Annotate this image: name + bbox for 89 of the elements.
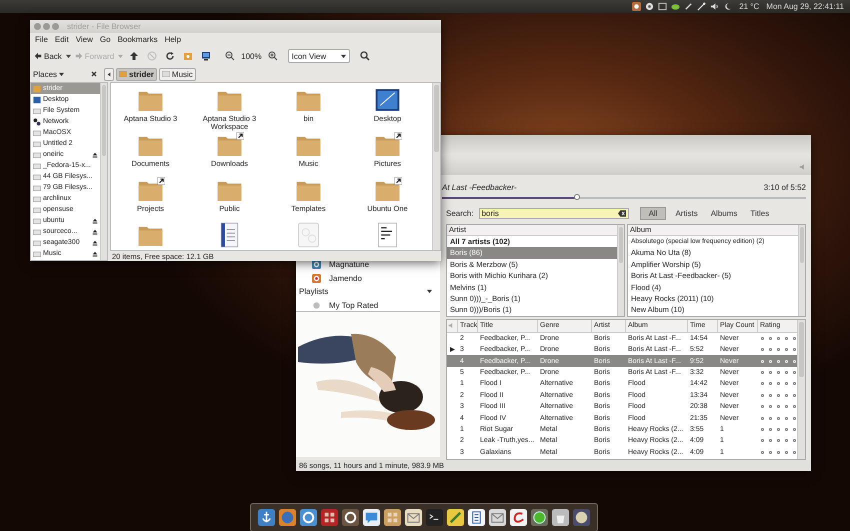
seek-slider[interactable] bbox=[442, 196, 806, 199]
search-field[interactable]: boris bbox=[478, 208, 629, 219]
desktop-icon bbox=[33, 96, 41, 104]
playlist-item[interactable]: My Top Rated bbox=[329, 300, 378, 310]
track-position: 3:10 of 5:52 bbox=[764, 182, 806, 192]
network-icon bbox=[33, 118, 41, 126]
caret-icon bbox=[59, 72, 64, 76]
source-item[interactable]: Magnatune bbox=[329, 260, 370, 268]
ring-icon[interactable] bbox=[299, 508, 318, 527]
back-button[interactable]: Back bbox=[34, 52, 62, 60]
search-label: Search: bbox=[446, 208, 474, 218]
pencil-icon[interactable] bbox=[684, 2, 694, 11]
places-dropdown[interactable]: Places bbox=[33, 70, 64, 78]
scrollbar[interactable] bbox=[432, 83, 440, 250]
document-icon[interactable] bbox=[467, 508, 486, 527]
temperature[interactable]: 21 °C bbox=[739, 2, 760, 11]
filter-tab[interactable]: Artists bbox=[671, 208, 702, 219]
folder-icon bbox=[162, 70, 170, 78]
zoom-out-icon[interactable] bbox=[225, 51, 236, 61]
zoom-in-icon[interactable] bbox=[268, 51, 278, 61]
playlist-icon bbox=[312, 300, 321, 310]
grid-icon[interactable] bbox=[320, 508, 339, 527]
dropdown-arrow-icon[interactable] bbox=[66, 54, 71, 58]
clock[interactable]: Mon Aug 29, 22:41:11 bbox=[766, 2, 844, 11]
anchor-icon[interactable] bbox=[257, 508, 276, 527]
menu-item[interactable]: View bbox=[76, 35, 93, 44]
back-arrow-icon bbox=[34, 52, 42, 60]
computer-icon[interactable] bbox=[201, 51, 212, 61]
terminal-icon[interactable] bbox=[425, 508, 444, 527]
gear-icon[interactable] bbox=[645, 2, 654, 11]
scrollbar[interactable] bbox=[797, 320, 805, 460]
menu-item[interactable]: Go bbox=[100, 35, 111, 44]
menu-item[interactable]: Help bbox=[164, 35, 182, 44]
view-dropdown[interactable]: Icon View bbox=[288, 49, 350, 63]
collapse-icon[interactable] bbox=[427, 289, 432, 294]
zoom-level: 100% bbox=[241, 52, 262, 60]
trash-icon[interactable] bbox=[551, 508, 570, 527]
eject-icon[interactable] bbox=[92, 152, 98, 158]
window-title: strider - File Browser bbox=[67, 22, 141, 31]
close-icon[interactable] bbox=[91, 71, 97, 77]
scroll-left-button[interactable] bbox=[104, 68, 114, 80]
scrollbar[interactable] bbox=[617, 224, 624, 316]
section-heading: Playlists bbox=[299, 287, 328, 296]
chat-bubble-icon[interactable] bbox=[362, 508, 381, 527]
menu-item[interactable]: Bookmarks bbox=[118, 35, 158, 44]
folder-icon[interactable] bbox=[373, 177, 402, 203]
eject-icon[interactable] bbox=[92, 250, 98, 256]
pencil-icon[interactable] bbox=[446, 508, 465, 527]
path-button[interactable]: Music bbox=[158, 68, 196, 80]
menu-item[interactable]: File bbox=[35, 35, 48, 44]
envelope-icon[interactable] bbox=[404, 508, 423, 527]
dropdown-arrow-icon bbox=[340, 54, 346, 58]
filter-tab[interactable]: All bbox=[640, 206, 666, 220]
forward-arrow-icon bbox=[74, 52, 83, 60]
eject-icon[interactable] bbox=[92, 240, 98, 246]
cloud-icon[interactable] bbox=[671, 2, 680, 11]
scrollbar[interactable] bbox=[100, 83, 107, 260]
folder-icon bbox=[119, 70, 127, 78]
filter-tab[interactable]: Albums bbox=[706, 208, 742, 219]
scrollbar[interactable] bbox=[798, 224, 805, 316]
volume-icon[interactable] bbox=[710, 2, 720, 11]
menu-item[interactable]: Edit bbox=[54, 35, 69, 44]
up-arrow-icon[interactable] bbox=[129, 51, 140, 61]
folder-icon[interactable] bbox=[373, 132, 402, 158]
app-icon[interactable] bbox=[632, 2, 642, 11]
search-icon[interactable] bbox=[360, 51, 370, 61]
swirl-icon[interactable] bbox=[509, 508, 528, 527]
globe-icon[interactable] bbox=[278, 508, 297, 527]
home-icon bbox=[33, 84, 41, 92]
filter-tab[interactable]: Titles bbox=[746, 208, 774, 219]
path-button[interactable]: strider bbox=[116, 68, 157, 80]
home-icon[interactable] bbox=[183, 51, 194, 61]
record-icon bbox=[312, 274, 321, 282]
left-arrow-icon bbox=[107, 72, 111, 76]
clear-icon[interactable] bbox=[618, 210, 626, 217]
desktop-icon[interactable] bbox=[373, 87, 402, 113]
track-title: At Last -Feedbacker- bbox=[442, 182, 517, 192]
drive-icon bbox=[33, 106, 41, 114]
eject-icon[interactable] bbox=[92, 218, 98, 224]
moon-icon[interactable] bbox=[723, 2, 732, 11]
folder-icon[interactable] bbox=[215, 132, 244, 158]
folder-icon[interactable] bbox=[136, 177, 165, 203]
source-item[interactable]: Jamendo bbox=[329, 274, 362, 282]
window-icon[interactable] bbox=[658, 2, 668, 11]
eject-icon[interactable] bbox=[92, 228, 98, 234]
moon-icon[interactable] bbox=[572, 508, 591, 527]
reload-icon[interactable] bbox=[165, 51, 176, 61]
network-icon[interactable] bbox=[697, 2, 706, 11]
circle-icon[interactable] bbox=[530, 508, 549, 527]
